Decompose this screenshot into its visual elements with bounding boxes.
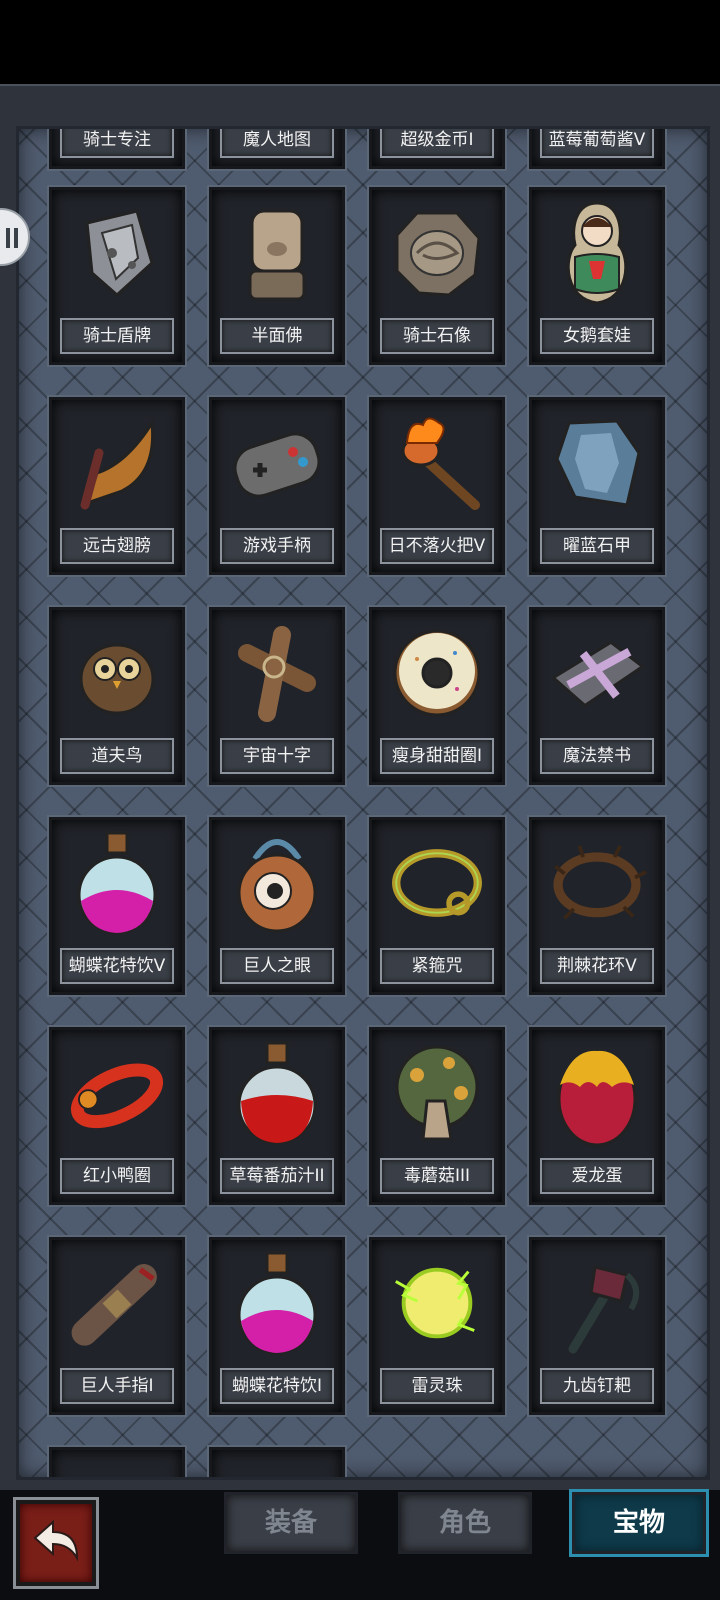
tab-treasure[interactable]: 宝物 [572,1492,706,1554]
blue-armor-icon [546,408,648,518]
item-card[interactable]: 蝴蝶花特饮V [49,817,185,995]
red-duck-ring-icon [66,1038,168,1148]
knight-shield-icon [66,198,168,308]
item-name: 紧箍咒 [380,948,494,984]
item-name: 巨人手指I [60,1368,174,1404]
item-card[interactable]: 远古翅膀 [49,397,185,575]
dragon-egg-icon [546,1038,648,1148]
item-name: 毒蘑菇III [380,1158,494,1194]
item-card[interactable]: 蝴蝶花特饮I [209,1237,345,1415]
donut-icon [386,618,488,728]
item-name: 半面佛 [220,318,334,354]
item-card[interactable]: 魔法禁书 [529,607,665,785]
item-card[interactable]: 雷灵珠 [369,1237,505,1415]
back-arrow-icon [29,1514,83,1572]
item-name: 骑士专注 [60,129,174,158]
item-name: 雷灵珠 [380,1368,494,1404]
item-card[interactable]: 荆棘花环V [529,817,665,995]
golden-circlet-icon [386,828,488,938]
item-card[interactable]: 超级金币I [369,129,505,169]
item-card[interactable]: 骑士专注 [49,129,185,169]
item-name: 九齿钉耙 [540,1368,654,1404]
item-name: 超级金币I [380,129,494,158]
top-blank-bar [0,0,720,84]
matryoshka-doll-icon [546,198,648,308]
torch-icon [386,408,488,518]
item-name: 曜蓝石甲 [540,528,654,564]
item-name: 魔法禁书 [540,738,654,774]
item-name: 宇宙十字 [220,738,334,774]
forbidden-book-icon [546,618,648,728]
half-buddha-statue-icon [226,198,328,308]
nine-tooth-rake-icon [546,1248,648,1358]
item-name: 魔人地图 [220,129,334,158]
item-name: 女鹅套娃 [540,318,654,354]
tab-equipment[interactable]: 装备 [224,1492,358,1554]
giant-eye-icon [226,828,328,938]
item-card[interactable]: 曜蓝石甲 [529,397,665,575]
item-card-partial[interactable] [49,1447,185,1477]
item-card[interactable]: 草莓番茄汁II [209,1027,345,1205]
item-name: 蓝莓葡萄酱V [540,129,654,158]
item-card[interactable]: 紧箍咒 [369,817,505,995]
pink-potion-icon [66,828,168,938]
item-card[interactable]: 魔人地图 [209,129,345,169]
stone-plate-icon [386,198,488,308]
item-card[interactable]: 骑士石像 [369,187,505,365]
item-card[interactable]: 日不落火把V [369,397,505,575]
item-name: 巨人之眼 [220,948,334,984]
item-name: 荆棘花环V [540,948,654,984]
item-card[interactable]: 蓝莓葡萄酱V [529,129,665,169]
item-card[interactable]: 女鹅套娃 [529,187,665,365]
wooden-cross-icon [226,618,328,728]
item-card[interactable]: 瘦身甜甜圈I [369,607,505,785]
item-name: 瘦身甜甜圈I [380,738,494,774]
item-card[interactable]: 九齿钉耙 [529,1237,665,1415]
item-card[interactable]: 宇宙十字 [209,607,345,785]
item-name: 草莓番茄汁II [220,1158,334,1194]
owl-icon [66,618,168,728]
item-card[interactable]: 巨人手指I [49,1237,185,1415]
back-button[interactable] [16,1500,96,1586]
item-card[interactable]: 道夫鸟 [49,607,185,785]
item-name: 红小鸭圈 [60,1158,174,1194]
item-card[interactable]: 红小鸭圈 [49,1027,185,1205]
item-card[interactable]: 毒蘑菇III [369,1027,505,1205]
pink-potion-icon [226,1248,328,1358]
thunder-orb-icon [386,1248,488,1358]
item-card[interactable]: 爱龙蛋 [529,1027,665,1205]
item-name: 道夫鸟 [60,738,174,774]
ancient-wing-icon [66,408,168,518]
treasure-grid[interactable]: 骑士专注 魔人地图 超级金币I 蓝莓葡萄酱V 骑士盾牌 半面佛 骑士石像 女鹅套… [16,126,710,1480]
item-card[interactable]: 巨人之眼 [209,817,345,995]
item-card[interactable]: 骑士盾牌 [49,187,185,365]
item-name: 爱龙蛋 [540,1158,654,1194]
item-card[interactable]: 半面佛 [209,187,345,365]
item-name: 日不落火把V [380,528,494,564]
item-card-partial[interactable] [209,1447,345,1477]
gamepad-icon [226,408,328,518]
item-name: 蝴蝶花特饮I [220,1368,334,1404]
tab-character[interactable]: 角色 [398,1492,532,1554]
item-name: 骑士盾牌 [60,318,174,354]
item-name: 游戏手柄 [220,528,334,564]
item-name: 远古翅膀 [60,528,174,564]
red-potion-icon [226,1038,328,1148]
item-card[interactable]: 游戏手柄 [209,397,345,575]
giant-finger-icon [66,1248,168,1358]
thorn-wreath-icon [546,828,648,938]
item-name: 蝴蝶花特饮V [60,948,174,984]
item-name: 骑士石像 [380,318,494,354]
poison-mushroom-icon [386,1038,488,1148]
